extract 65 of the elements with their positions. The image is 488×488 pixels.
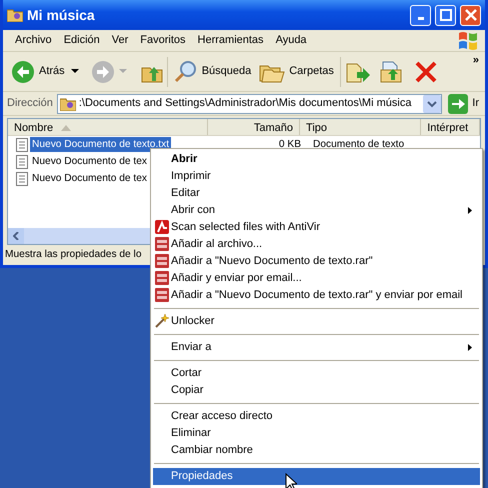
table-cell-text: Documento de texto xyxy=(312,138,404,152)
file-name[interactable]: Nuevo Documento de texto.txt xyxy=(30,136,172,152)
antivirus-icon xyxy=(155,220,169,234)
back-button[interactable]: Atrás xyxy=(9,58,67,86)
menu-item[interactable]: Añadir y enviar por email... xyxy=(153,270,480,287)
status-text: Muestra las propiedades de lo xyxy=(5,248,142,262)
dropdown-icon[interactable] xyxy=(423,94,442,112)
menu-item[interactable]: Scan selected files with AntiVir xyxy=(153,219,480,236)
column-header[interactable]: Intérpret xyxy=(421,119,480,135)
address-label: Dirección xyxy=(7,96,53,112)
minimize-button[interactable] xyxy=(410,4,431,26)
menu-item[interactable]: Cortar xyxy=(153,365,480,382)
archive-icon xyxy=(155,271,169,285)
sort-arrow-icon xyxy=(61,125,72,132)
archive-icon xyxy=(155,254,169,268)
search-button[interactable]: Búsqueda xyxy=(172,58,254,86)
menu-item[interactable]: Eliminar xyxy=(153,425,480,442)
archive-icon xyxy=(155,237,169,251)
menu-item[interactable]: Enviar a xyxy=(153,339,480,356)
close-button[interactable] xyxy=(460,4,481,26)
go-button[interactable]: Ir xyxy=(446,92,481,116)
menu-item[interactable]: Editar xyxy=(153,185,480,202)
menu-item[interactable]: Unlocker xyxy=(153,313,480,330)
text-file-icon xyxy=(16,154,28,169)
menu-item[interactable]: Abrir con xyxy=(153,202,480,219)
menu-item[interactable]: Abrir xyxy=(153,151,480,168)
windows-logo-icon xyxy=(457,30,479,50)
menu-item[interactable]: Ver xyxy=(106,30,134,51)
maximize-button[interactable] xyxy=(435,4,456,26)
close-icon xyxy=(464,9,476,21)
window-title: Mi música xyxy=(27,6,96,24)
maximize-icon xyxy=(440,9,452,21)
column-header[interactable]: Tamaño xyxy=(208,119,300,135)
more-chevron[interactable]: » xyxy=(472,52,479,68)
folder-icon xyxy=(60,96,76,110)
menu-item[interactable]: Añadir a "Nuevo Documento de texto.rar" y enviar por email xyxy=(153,287,480,304)
text-file-icon xyxy=(16,136,28,152)
text-file-icon xyxy=(16,170,28,186)
archive-icon xyxy=(155,288,169,302)
search-icon xyxy=(174,60,198,84)
delete-icon[interactable] xyxy=(414,60,437,82)
folder-icon xyxy=(7,8,23,22)
column-header[interactable]: Nombre xyxy=(8,119,208,135)
file-name[interactable]: Nuevo Documento de tex xyxy=(30,154,149,170)
magic-wand-icon xyxy=(155,314,169,328)
menu-item[interactable]: Archivo xyxy=(9,30,58,51)
table-cell-text: 0 KB xyxy=(278,138,302,152)
menu-item[interactable]: Añadir al archivo... xyxy=(153,236,480,253)
folders-button[interactable]: Carpetas xyxy=(257,58,336,84)
menu-item[interactable]: Propiedades xyxy=(153,468,480,485)
file-name[interactable]: Nuevo Documento de tex xyxy=(30,170,149,186)
scroll-left-button[interactable] xyxy=(8,228,24,244)
menu-item[interactable]: Crear acceso directo xyxy=(153,408,480,425)
menu-item[interactable]: Herramientas xyxy=(192,30,270,51)
column-header[interactable]: Tipo xyxy=(300,119,422,135)
menu-item[interactable]: Edición xyxy=(58,30,106,51)
menu-item[interactable]: Ayuda xyxy=(270,30,313,51)
address-field[interactable]: :\Documents and Settings\Administrador\Mis documentos\Mi música xyxy=(56,94,442,114)
menu-item[interactable]: Favoritos xyxy=(134,30,192,51)
menu-item[interactable]: Copiar xyxy=(153,382,480,399)
menu-item[interactable]: Añadir a "Nuevo Documento de texto.rar" xyxy=(153,253,480,270)
menu-item[interactable]: Imprimir xyxy=(153,168,480,185)
caret-icon[interactable] xyxy=(70,69,79,74)
minimize-icon xyxy=(418,17,424,20)
menu-item[interactable]: Cambiar nombre xyxy=(153,442,480,459)
